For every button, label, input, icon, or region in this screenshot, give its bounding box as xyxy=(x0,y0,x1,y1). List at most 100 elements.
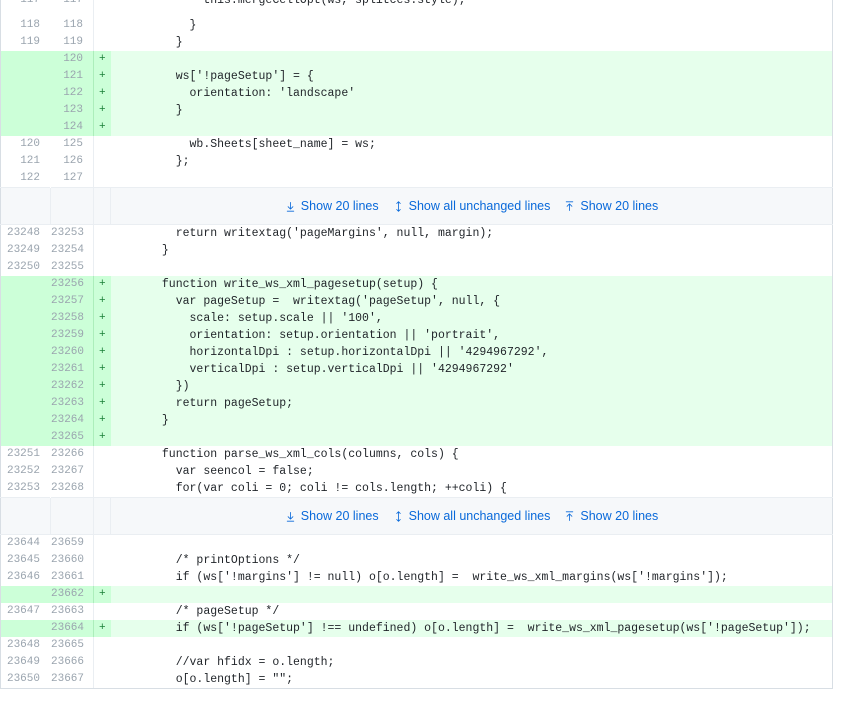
code-line[interactable]: } xyxy=(110,17,833,34)
line-number-new[interactable]: 23255 xyxy=(50,259,94,276)
line-number-old[interactable] xyxy=(0,68,51,85)
code-line[interactable] xyxy=(110,170,833,188)
line-number-new[interactable]: 122 xyxy=(50,85,94,102)
line-number-old[interactable] xyxy=(0,429,51,446)
code-line[interactable]: } xyxy=(110,412,833,429)
line-number-new[interactable]: 23660 xyxy=(50,552,94,569)
code-line[interactable]: o[o.length] = ""; xyxy=(110,671,833,688)
line-number-new[interactable]: 23666 xyxy=(50,654,94,671)
line-number-new[interactable]: 23259 xyxy=(50,327,94,344)
code-line[interactable]: } xyxy=(110,34,833,51)
code-line[interactable]: horizontalDpi : setup.horizontalDpi || '… xyxy=(110,344,833,361)
code-line[interactable]: }) xyxy=(110,378,833,395)
line-number-old[interactable] xyxy=(0,293,51,310)
code-line[interactable]: var pageSetup = writextag('pageSetup', n… xyxy=(110,293,833,310)
line-number-new[interactable]: 23664 xyxy=(50,620,94,637)
expander-gutter-new[interactable] xyxy=(50,187,94,225)
line-number-new[interactable]: 120 xyxy=(50,51,94,68)
code-line[interactable] xyxy=(110,259,833,276)
show-20-lines-down-button[interactable]: Show 20 lines xyxy=(285,188,379,224)
line-number-old[interactable]: 23251 xyxy=(0,446,51,463)
code-line[interactable]: ws['!pageSetup'] = { xyxy=(110,68,833,85)
line-number-old[interactable]: 23250 xyxy=(0,259,51,276)
code-line[interactable]: verticalDpi : setup.verticalDpi || '4294… xyxy=(110,361,833,378)
line-number-old[interactable]: 23648 xyxy=(0,637,51,654)
line-number-new[interactable]: 119 xyxy=(50,34,94,51)
expander-gutter-old[interactable] xyxy=(0,187,51,225)
code-line[interactable]: orientation: setup.orientation || 'portr… xyxy=(110,327,833,344)
line-number-old[interactable] xyxy=(0,395,51,412)
line-number-new[interactable]: 23262 xyxy=(50,378,94,395)
line-number-old[interactable] xyxy=(0,327,51,344)
line-number-old[interactable] xyxy=(0,344,51,361)
line-number-old[interactable]: 23249 xyxy=(0,242,51,259)
code-line[interactable]: var seencol = false; xyxy=(110,463,833,480)
line-number-new[interactable]: 23265 xyxy=(50,429,94,446)
line-number-old[interactable]: 120 xyxy=(0,136,51,153)
code-line[interactable]: } xyxy=(110,242,833,259)
line-number-old[interactable]: 23253 xyxy=(0,480,51,498)
line-number-old[interactable]: 121 xyxy=(0,153,51,170)
line-number-new[interactable]: 23661 xyxy=(50,569,94,586)
line-number-old[interactable] xyxy=(0,51,51,68)
show-20-lines-up-button[interactable]: Show 20 lines xyxy=(564,188,658,224)
code-line[interactable]: if (ws['!margins'] != null) o[o.length] … xyxy=(110,569,833,586)
line-number-old[interactable]: 23644 xyxy=(0,534,51,552)
line-number-new[interactable]: 23254 xyxy=(50,242,94,259)
code-line[interactable]: for(var coli = 0; coli != cols.length; +… xyxy=(110,480,833,498)
line-number-old[interactable]: 23252 xyxy=(0,463,51,480)
code-line[interactable] xyxy=(110,119,833,136)
line-number-new[interactable]: 118 xyxy=(50,17,94,34)
line-number-new[interactable]: 127 xyxy=(50,170,94,188)
show-all-unchanged-lines-button[interactable]: Show all unchanged lines xyxy=(393,498,550,534)
line-number-new[interactable]: 23258 xyxy=(50,310,94,327)
line-number-old[interactable] xyxy=(0,119,51,136)
code-line[interactable]: } xyxy=(110,102,833,119)
line-number-old[interactable]: 23248 xyxy=(0,224,51,242)
show-20-lines-up-button[interactable]: Show 20 lines xyxy=(564,498,658,534)
code-line[interactable] xyxy=(110,586,833,603)
code-line[interactable]: return writextag('pageMargins', null, ma… xyxy=(110,224,833,242)
line-number-new[interactable]: 23267 xyxy=(50,463,94,480)
show-all-unchanged-lines-button[interactable]: Show all unchanged lines xyxy=(393,188,550,224)
line-number-old[interactable] xyxy=(0,310,51,327)
line-number-new[interactable]: 23662 xyxy=(50,586,94,603)
code-line[interactable]: this.mergeCellOpt(ws, splitces.style); xyxy=(110,0,833,9)
code-line[interactable] xyxy=(110,637,833,654)
code-line[interactable]: if (ws['!pageSetup'] !== undefined) o[o.… xyxy=(110,620,833,637)
line-number-old[interactable]: 117 xyxy=(0,0,51,9)
line-number-old[interactable]: 23650 xyxy=(0,671,51,688)
line-number-old[interactable]: 23649 xyxy=(0,654,51,671)
code-line[interactable] xyxy=(110,51,833,68)
line-number-new[interactable]: 23256 xyxy=(50,276,94,293)
line-number-old[interactable] xyxy=(0,586,51,603)
line-number-new[interactable]: 23665 xyxy=(50,637,94,654)
code-line[interactable]: function parse_ws_xml_cols(columns, cols… xyxy=(110,446,833,463)
expander-gutter-new[interactable] xyxy=(50,497,94,535)
line-number-old[interactable] xyxy=(0,361,51,378)
code-line[interactable]: }; xyxy=(110,153,833,170)
line-number-new[interactable]: 23268 xyxy=(50,480,94,498)
code-line[interactable]: /* pageSetup */ xyxy=(110,603,833,620)
code-line[interactable]: /* printOptions */ xyxy=(110,552,833,569)
line-number-old[interactable]: 23645 xyxy=(0,552,51,569)
code-line[interactable]: orientation: 'landscape' xyxy=(110,85,833,102)
show-20-lines-down-button[interactable]: Show 20 lines xyxy=(285,498,379,534)
code-line[interactable]: scale: setup.scale || '100', xyxy=(110,310,833,327)
line-number-old[interactable] xyxy=(0,378,51,395)
line-number-new[interactable]: 117 xyxy=(50,0,94,9)
line-number-new[interactable]: 23667 xyxy=(50,671,94,688)
line-number-new[interactable]: 23261 xyxy=(50,361,94,378)
line-number-new[interactable]: 121 xyxy=(50,68,94,85)
line-number-new[interactable]: 23659 xyxy=(50,534,94,552)
line-number-new[interactable]: 23260 xyxy=(50,344,94,361)
line-number-old[interactable]: 23646 xyxy=(0,569,51,586)
line-number-old[interactable]: 119 xyxy=(0,34,51,51)
code-line[interactable]: function write_ws_xml_pagesetup(setup) { xyxy=(110,276,833,293)
code-line[interactable]: wb.Sheets[sheet_name] = ws; xyxy=(110,136,833,153)
code-line[interactable] xyxy=(110,429,833,446)
expander-gutter-old[interactable] xyxy=(0,497,51,535)
line-number-new[interactable]: 23266 xyxy=(50,446,94,463)
line-number-new[interactable]: 125 xyxy=(50,136,94,153)
line-number-old[interactable]: 118 xyxy=(0,17,51,34)
